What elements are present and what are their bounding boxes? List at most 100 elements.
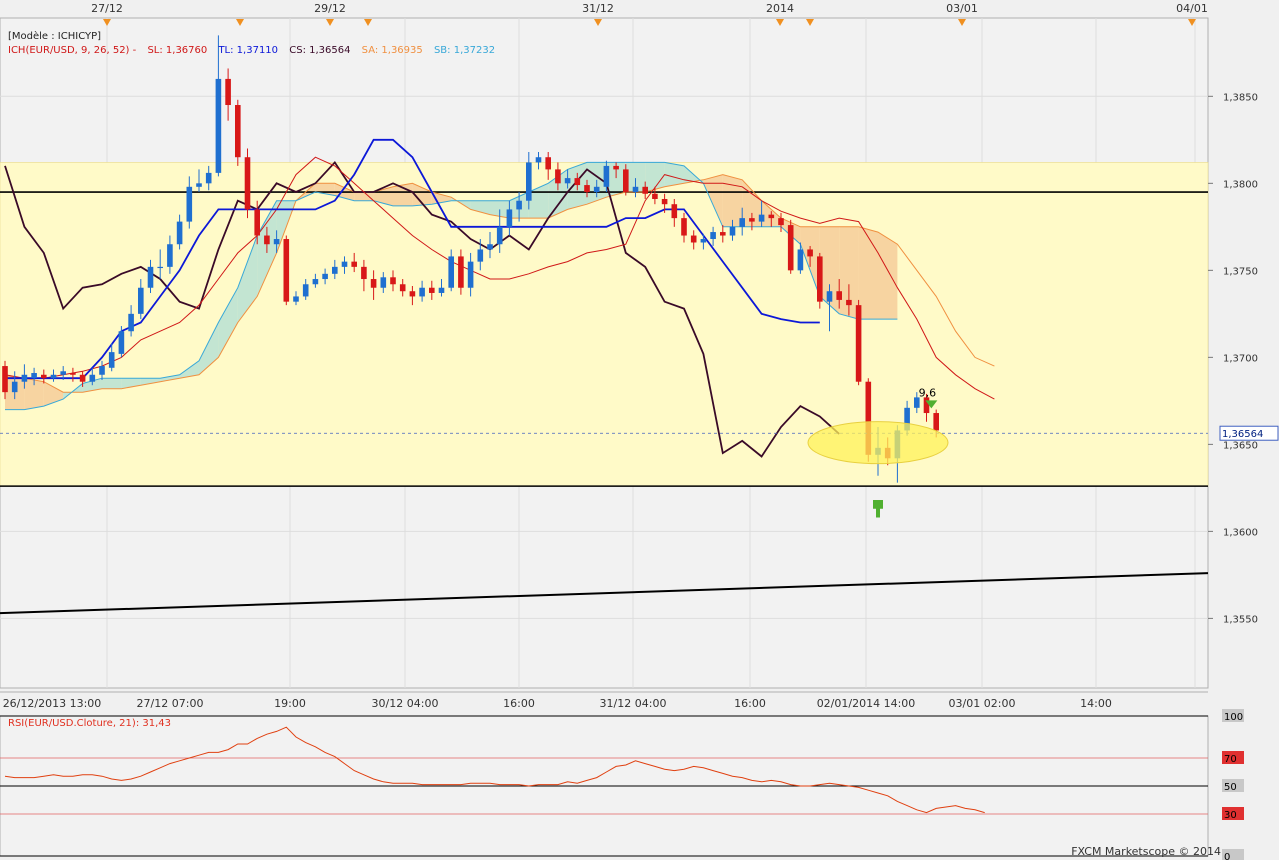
candle-body <box>399 284 406 292</box>
time-label: 19:00 <box>274 697 306 710</box>
candle-body <box>215 78 222 173</box>
candle-body <box>933 413 939 431</box>
candle-body <box>564 178 571 184</box>
candle-body <box>661 198 668 205</box>
highlight-ellipse <box>807 421 949 465</box>
candle-body <box>108 352 115 368</box>
candle-body <box>186 186 193 222</box>
time-label: 30/12 04:00 <box>372 697 439 710</box>
candle-body <box>390 277 396 285</box>
candle-body <box>632 186 639 193</box>
candle-body <box>341 261 348 267</box>
candle-body <box>244 157 251 210</box>
cloud-segment <box>102 378 122 389</box>
price-zone-rect <box>0 162 1209 487</box>
candle-body <box>690 235 697 243</box>
period-label: 2014 <box>766 2 794 15</box>
signal-annotation: 9,6 <box>919 386 937 399</box>
price-zone <box>0 162 1209 487</box>
period-label: 31/12 <box>582 2 614 15</box>
candle-body <box>99 366 105 375</box>
rsi-level-label: 30 <box>1224 810 1237 821</box>
candle-body <box>545 157 551 170</box>
candle-body <box>768 214 775 219</box>
candle-body <box>652 193 658 199</box>
rsi-level-label: 50 <box>1224 782 1237 793</box>
candle-body <box>700 239 707 243</box>
candle-body <box>729 226 736 236</box>
candle-body <box>758 214 765 222</box>
chart-model-label: [Modèle : ICHICYP] <box>8 31 109 42</box>
candle-body <box>370 279 377 288</box>
candle-body <box>293 296 299 302</box>
cloud-segment <box>722 174 743 227</box>
candle-body <box>21 374 28 382</box>
candle-body <box>138 287 144 314</box>
candle-body <box>361 266 367 280</box>
candle-body <box>89 374 96 382</box>
candle-body <box>516 200 522 210</box>
candle-body <box>409 291 416 297</box>
period-label: 04/01 <box>1176 2 1208 15</box>
sl-value: SL: 1,36760 <box>147 45 208 56</box>
candle-body <box>448 256 454 288</box>
copyright-label: FXCM Marketscope © 2014 <box>1071 845 1221 858</box>
rsi-level-label: 70 <box>1224 754 1237 765</box>
rsi-panel: 100 70 50 30 0 <box>0 709 1244 860</box>
candle-body <box>681 218 687 236</box>
y-tick-label: 1,3800 <box>1223 179 1258 190</box>
candle-body <box>322 273 328 280</box>
candle-body <box>60 371 66 375</box>
rsi-level-label: 100 <box>1224 712 1243 723</box>
candle-body <box>11 381 18 393</box>
candle-body <box>273 239 280 245</box>
candle-body <box>157 266 163 269</box>
time-label: 03/01 02:00 <box>949 697 1016 710</box>
candle-body <box>70 373 76 375</box>
y-tick-label: 1,3650 <box>1223 440 1258 451</box>
y-tick-label: 1,3600 <box>1223 527 1258 538</box>
time-label: 14:00 <box>1080 697 1112 710</box>
candle-body <box>846 299 852 306</box>
candle-body <box>593 186 600 193</box>
candle-body <box>429 287 435 293</box>
candle-body <box>603 165 610 187</box>
candle-body <box>778 218 784 226</box>
candle-body <box>535 157 542 163</box>
candle-body <box>205 172 212 184</box>
candle-body <box>254 209 260 236</box>
candle-body <box>826 291 833 302</box>
current-price-label: 1,36564 <box>1222 429 1263 440</box>
candle-body <box>787 225 794 271</box>
candle-body <box>2 366 8 393</box>
candle-body <box>332 266 338 274</box>
candle-body <box>351 261 357 267</box>
chart-canvas[interactable]: 9,6 1,3850 1,3800 1,3750 1,3700 1,3650 1,3600… <box>0 0 1279 860</box>
candle-body <box>235 105 241 158</box>
candle-body <box>312 279 319 285</box>
ich-label: ICH(EUR/USD, 9, 26, 52) - <box>8 45 137 56</box>
period-label: 03/01 <box>946 2 978 15</box>
y-tick-label: 1,3550 <box>1223 614 1258 625</box>
cloud-segment <box>858 226 878 320</box>
candle-body <box>710 232 716 240</box>
candle-body <box>584 185 590 193</box>
candle-body <box>50 374 57 379</box>
time-label: 26/12/2013 13:00 <box>3 697 102 710</box>
rsi-level-label: 0 <box>1224 852 1230 860</box>
candle-body <box>487 244 493 250</box>
candle-body <box>574 178 581 186</box>
candle-body <box>79 374 86 382</box>
candle-body <box>380 277 387 288</box>
model-name: [Modèle : ICHICYP] <box>8 31 102 42</box>
candle-body <box>302 284 309 297</box>
period-label: 27/12 <box>91 2 123 15</box>
candle-body <box>118 331 125 354</box>
candle-body <box>855 305 862 382</box>
candle-body <box>807 249 813 257</box>
sa-value: SA: 1,36935 <box>361 45 423 56</box>
candle-body <box>555 169 561 184</box>
candle-body <box>458 256 464 288</box>
candle-body <box>817 256 823 302</box>
y-tick-label: 1,3850 <box>1223 92 1258 103</box>
